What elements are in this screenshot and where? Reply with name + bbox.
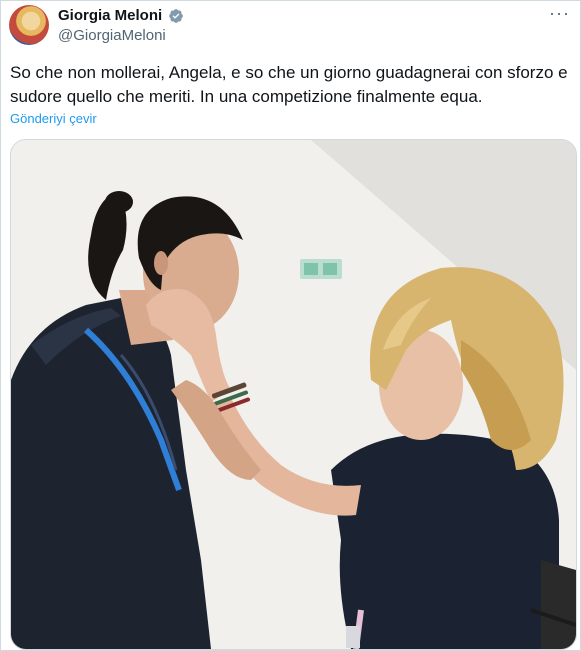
photo-illustration [11,140,576,649]
tweet-card: Giorgia Meloni @GiorgiaMeloni ··· So che… [0,0,581,651]
tweet-text: So che non mollerai, Angela, e so che un… [10,63,568,106]
avatar[interactable] [9,5,49,45]
author-name[interactable]: Giorgia Meloni [58,7,162,24]
author-handle[interactable]: @GiorgiaMeloni [58,27,166,44]
tweet-photo[interactable] [10,139,577,650]
translate-link[interactable]: Gönderiyi çevir [10,111,97,126]
verified-badge-icon [169,8,184,23]
more-options-icon[interactable]: ··· [549,3,570,24]
author-row: Giorgia Meloni [58,7,184,24]
